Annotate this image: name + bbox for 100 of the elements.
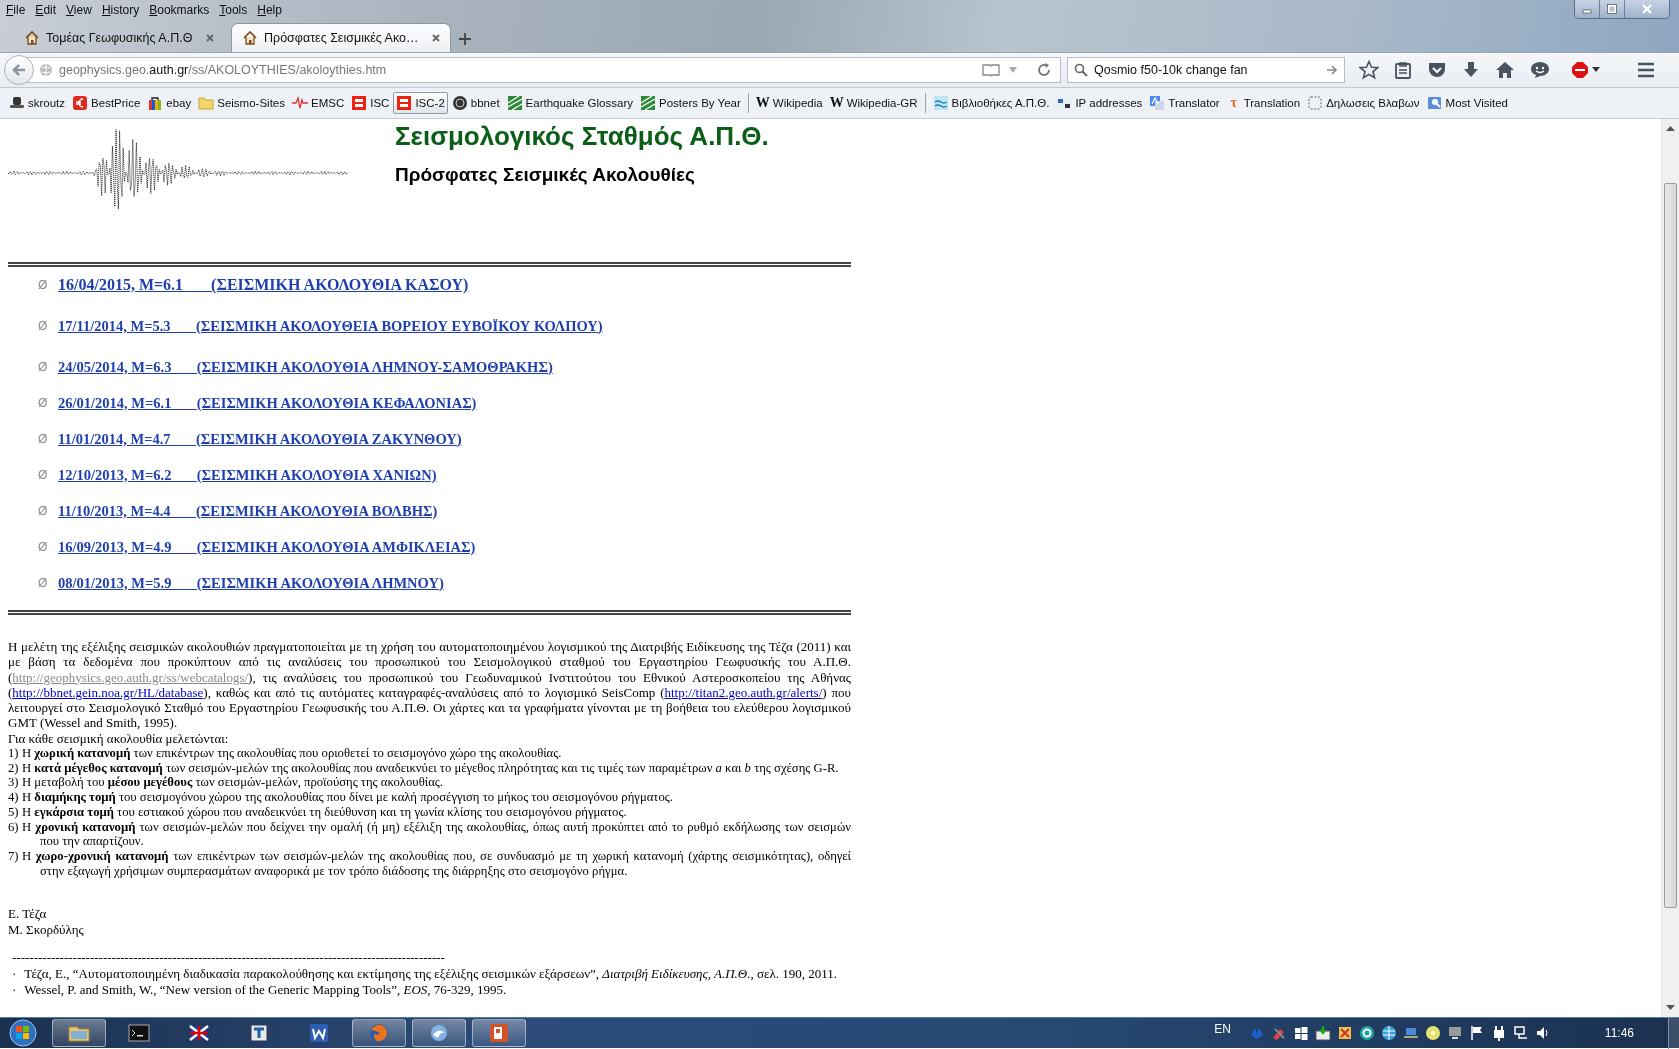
close-icon[interactable] (430, 32, 442, 44)
start-orb-icon[interactable] (8, 1019, 38, 1047)
flag-icon[interactable] (1468, 1025, 1485, 1041)
mail-icon[interactable] (1314, 1025, 1331, 1041)
sequence-link[interactable]: 12/10/2013, M=6.2 (ΣΕΙΣΜΙΚΗ ΑΚΟΛΟΥΘΙΑ ΧΑΝΙΩΝ) (58, 466, 437, 484)
stripes-icon (639, 95, 656, 111)
e-badge-icon[interactable] (1358, 1025, 1375, 1041)
bookmark-item[interactable]: Most Visited (1423, 92, 1511, 114)
up-arrow-icon[interactable] (1666, 125, 1675, 131)
menu-item[interactable]: File (6, 3, 26, 17)
bookmark-item[interactable]: Posters By Year (636, 92, 744, 114)
waves-icon (932, 95, 949, 111)
bullet: Ø (38, 540, 49, 554)
close-icon[interactable] (204, 32, 216, 44)
bookmark-item[interactable]: bbnet (448, 92, 503, 114)
sequence-link[interactable]: 11/01/2014, M=4.7 (ΣΕΙΣΜΙΚΗ ΑΚΟΛΟΥΘΙΑ ΖΑΚΥΝΘΟΥ) (58, 430, 462, 448)
sequence-link[interactable]: 17/11/2014, M=5.3 (ΣΕΙΣΜΙΚΗ ΑΚΟΛΟΥΘΕΙΑ ΒΟΡΕΙΟΥ ΕΥΒΟΪΚΟΥ ΚΟΛΠΟΥ) (58, 317, 603, 335)
down-arrow-icon[interactable] (1666, 1005, 1675, 1011)
dashed-square-icon (1307, 95, 1324, 111)
link[interactable]: http://titan2.geo.auth.gr/alerts/ (664, 684, 823, 700)
search-field[interactable]: Qosmio f50-10k change fan (1067, 57, 1345, 83)
sequence-link[interactable]: 26/01/2014, M=6.1 (ΣΕΙΣΜΙΚΗ ΑΚΟΛΟΥΘΙΑ ΚΕΦΑΛΟΝΙΑΣ) (58, 394, 477, 412)
reload-icon[interactable] (1036, 62, 1052, 78)
menu-item[interactable]: View (66, 3, 92, 17)
speech-bubble-icon[interactable] (1530, 61, 1550, 79)
browser-tab[interactable]: Τομέας Γεωφυσικής Α.Π.Θ (14, 24, 224, 52)
disc-icon[interactable] (1424, 1025, 1441, 1041)
page-title: Πρόσφατες Σεισμικές Ακολουθίες (395, 164, 696, 186)
square-logo-icon (351, 95, 368, 111)
bookmark-item[interactable]: ISC-2 (393, 92, 448, 114)
slides-icon (487, 1021, 511, 1045)
item-text: Η κατά μέγεθος κατανομή των σεισμών-μελών της ακολουθίας που αναδεικνύει το μέγεθος πληρότητας και τις τιμές των παραμέτρων a και b της σχέσης G-R. (22, 760, 839, 775)
bookmark-item[interactable]: Translator (1146, 92, 1223, 114)
bullet: · (12, 982, 17, 998)
new-tab-icon[interactable] (458, 32, 472, 46)
menu-item[interactable]: Tools (219, 3, 248, 17)
menu-item[interactable]: History (101, 3, 140, 17)
item-text: Η εγκάρσια τομή του εστιακού χώρου που αναδεικνύει τη διεύθυνση και τη γωνία κλίσης του σεισμογόνου ρήγματος. (22, 804, 627, 819)
sequence-link[interactable]: 08/01/2013, M=5.9 (ΣΕΙΣΜΙΚΗ ΑΚΟΛΟΥΘΙΑ ΛΗΜΝΟΥ) (58, 574, 444, 592)
book-icon[interactable] (982, 63, 1000, 77)
sequence-link[interactable]: 16/04/2015, M=6.1 (ΣΕΙΣΜΙΚΗ ΑΚΟΛΟΥΘΙΑ ΚΑΣΟΥ) (58, 276, 469, 294)
maximize-button[interactable] (1600, 0, 1625, 18)
speaker-icon[interactable] (1534, 1025, 1551, 1041)
browser-tab[interactable]: Πρόσφατες Σεισμικές Ακο… (232, 24, 450, 52)
globe-icon[interactable] (1380, 1025, 1397, 1041)
back-button[interactable] (4, 55, 34, 85)
menu-icon[interactable] (1637, 62, 1655, 78)
star-icon[interactable] (1359, 60, 1379, 80)
menu-item[interactable]: Help (257, 3, 282, 17)
tools-icon[interactable] (1270, 1025, 1287, 1041)
taskbar-button[interactable] (52, 1019, 106, 1047)
search-icon (1074, 63, 1088, 77)
item-text: Η χωρο-χρονική κατανομή των επικέντρων των σεισμών-μελών της ακολουθίας που, σε συνδυασμό με τη χωρική κατανομή (χάρτης σεισμικότητας), οδηγεί στην εξαγωγή χρήσιμων συμπερασμάτων αναφορικά με τον τρόπο διάδοσης της διάρρηξης στο σεισμογόνο ρήγμα. (22, 849, 851, 878)
pocket-icon[interactable] (1427, 61, 1447, 79)
go-arrow-icon[interactable] (1326, 64, 1338, 76)
item-number: 3) (8, 775, 20, 791)
bookmark-item[interactable]: W Wikipedia (752, 92, 826, 114)
link[interactable]: http://bbnet.gein.noa.gr/HL/database (12, 684, 204, 700)
sequence-link[interactable]: 11/10/2013, M=4.4 (ΣΕΙΣΜΙΚΗ ΑΚΟΛΟΥΘΙΑ ΒΟΛΒΗΣ) (58, 502, 438, 520)
bookmark-item[interactable]: Seismo-Sites (195, 92, 288, 114)
language-indicator[interactable]: EN (1214, 1022, 1231, 1036)
link[interactable]: http://geophysics.geo.auth.gr/ss/webcatalogs/ (12, 669, 249, 685)
clipboard-icon[interactable] (1394, 61, 1412, 79)
windows-icon[interactable] (1292, 1025, 1309, 1041)
bullet: Ø (38, 432, 49, 446)
translate-icon (1149, 95, 1166, 111)
bookmark-item[interactable]: ebay (144, 92, 195, 114)
bookmark-item[interactable]: Δηλωσεις Βλαβων (1304, 92, 1423, 114)
taskbar-button[interactable] (412, 1019, 466, 1047)
menu-item[interactable]: Bookmarks (149, 3, 210, 17)
menu-item[interactable]: Edit (35, 3, 57, 17)
sequence-link[interactable]: 24/05/2014, M=6.3 (ΣΕΙΣΜΙΚΗ ΑΚΟΛΟΥΘΙΑ ΛΗΜΝΟΥ-ΣΑΜΟΘΡΑΚΗΣ) (58, 358, 553, 376)
bookmark-item[interactable]: ISC (348, 92, 393, 114)
minimize-button[interactable] (1575, 0, 1600, 18)
bullet: Ø (38, 278, 49, 292)
taskbar-button[interactable] (472, 1019, 526, 1047)
scrollbar-thumb[interactable] (1664, 183, 1677, 908)
bookmark-item[interactable]: Βιβλιοθήκες Α.Π.Θ. (929, 92, 1053, 114)
home-icon[interactable] (1495, 61, 1515, 79)
clock[interactable]: 11:46 (1604, 1026, 1634, 1040)
download-icon[interactable] (1462, 61, 1480, 79)
bookmark-item[interactable]: EMSC (289, 92, 348, 114)
adblock-button[interactable] (1571, 61, 1600, 79)
item-text: Η χωρική κατανομή των επικέντρων της ακολουθίας που οριοθετεί το σεισμογόνο χώρο της ακολουθίας. (22, 746, 562, 761)
scrollbar[interactable] (1661, 119, 1679, 1017)
square-logo-icon (396, 95, 413, 111)
bookmark-item[interactable]: Earthquake Glossary (503, 92, 636, 114)
document-icon (307, 1021, 331, 1045)
bookmark-item[interactable]: W Wikipedia-GR (826, 92, 921, 114)
bullet: Ø (38, 360, 49, 374)
address-field[interactable]: geophysics.geo.auth.gr/ss/AKOLOYTHIES/akoloythies.htm (24, 57, 1061, 83)
bookmark-item[interactable]: BestPrice (69, 92, 144, 114)
bookmark-item[interactable]: skroutz (6, 92, 69, 114)
monitor-icon[interactable] (1446, 1025, 1463, 1041)
bookmark-item[interactable]: τ Translation (1223, 92, 1304, 114)
laptop-icon[interactable] (1402, 1025, 1419, 1041)
sequence-link[interactable]: 16/09/2013, M=4.9 (ΣΕΙΣΜΙΚΗ ΑΚΟΛΟΥΘΙΑ ΑΜΦΙΚΛΕΙΑΣ) (58, 538, 476, 556)
show-desktop-button[interactable] (1668, 1017, 1679, 1049)
bookmark-item[interactable]: IP addresses (1053, 92, 1146, 114)
network-icon[interactable] (1512, 1025, 1529, 1041)
